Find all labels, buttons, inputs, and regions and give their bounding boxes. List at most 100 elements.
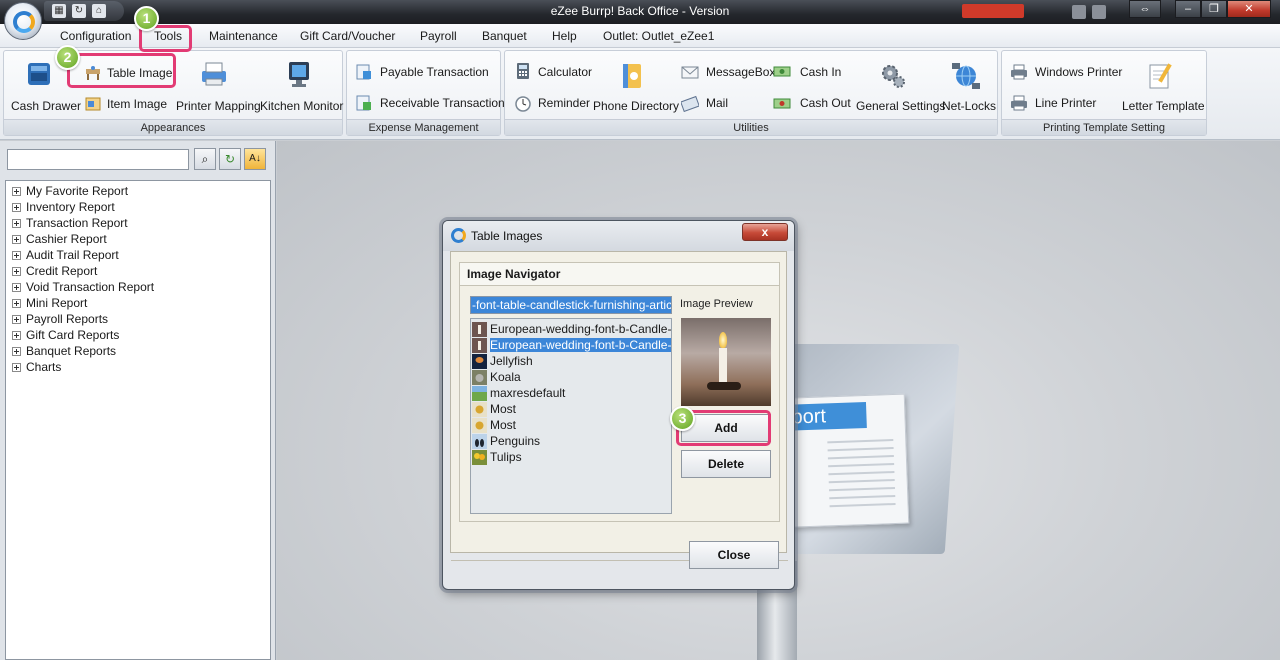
printer-mapping-button[interactable]: Printer Mapping — [176, 99, 261, 113]
tree-label: Credit Report — [26, 264, 98, 278]
cash-drawer-button[interactable]: Cash Drawer — [11, 99, 81, 113]
cash-in-button[interactable]: Cash In — [800, 65, 841, 79]
tree-item-mini[interactable]: Mini Report — [6, 295, 270, 311]
expand-icon[interactable] — [12, 282, 21, 292]
report-tree: My Favorite Report Inventory Report Tran… — [5, 180, 271, 660]
tree-label: Mini Report — [26, 296, 88, 310]
calculator-icon — [517, 63, 529, 79]
title-icon-2 — [1092, 5, 1106, 19]
tree-item-payroll[interactable]: Payroll Reports — [6, 311, 270, 327]
expand-icon[interactable] — [12, 202, 21, 212]
reminder-button[interactable]: Reminder — [538, 96, 590, 110]
list-item[interactable]: maxresdefault — [471, 385, 671, 401]
list-item[interactable]: Penguins — [471, 433, 671, 449]
tree-item-banquet[interactable]: Banquet Reports — [6, 343, 270, 359]
callout-badge-3: 3 — [670, 406, 695, 431]
menu-gift-card[interactable]: Gift Card/Voucher — [300, 29, 395, 43]
tree-item-favorite[interactable]: My Favorite Report — [6, 183, 270, 199]
tree-item-charts[interactable]: Charts — [6, 359, 270, 375]
close-window-button[interactable]: ✕ — [1227, 0, 1271, 18]
expand-icon[interactable] — [12, 298, 21, 308]
line-printer-icon — [1011, 95, 1027, 111]
resize-button[interactable]: ⇔ — [1129, 0, 1161, 18]
tree-item-audit-trail[interactable]: Audit Trail Report — [6, 247, 270, 263]
candle-thumb-icon — [472, 337, 487, 353]
jellyfish-thumb-icon — [472, 353, 487, 369]
koala-thumb-icon — [472, 369, 487, 385]
group-utilities: Calculator Reminder Phone Directory Mess… — [504, 50, 998, 136]
delete-button[interactable]: Delete — [681, 450, 771, 478]
tree-item-gift-card[interactable]: Gift Card Reports — [6, 327, 270, 343]
maximize-button[interactable]: ❐ — [1201, 0, 1227, 18]
menu-maintenance[interactable]: Maintenance — [209, 29, 278, 43]
tree-item-cashier[interactable]: Cashier Report — [6, 231, 270, 247]
messagebox-button[interactable]: MessageBox — [706, 65, 775, 79]
phone-directory-button[interactable]: Phone Directory — [593, 99, 679, 113]
payable-transaction-button[interactable]: Payable Transaction — [380, 65, 489, 79]
list-item[interactable]: Jellyfish — [471, 353, 671, 369]
expand-icon[interactable] — [12, 250, 21, 260]
windows-printer-button[interactable]: Windows Printer — [1035, 65, 1122, 79]
list-item-selected[interactable]: European-wedding-font-b-Candle-b — [471, 337, 671, 353]
expand-icon[interactable] — [12, 362, 21, 372]
tree-item-void-transaction[interactable]: Void Transaction Report — [6, 279, 270, 295]
expand-icon[interactable] — [12, 234, 21, 244]
menu-help[interactable]: Help — [552, 29, 577, 43]
minimize-button[interactable]: – — [1175, 0, 1201, 18]
image-navigator-header: Image Navigator — [459, 262, 780, 286]
receivable-transaction-button[interactable]: Receivable Transaction — [380, 96, 505, 110]
sort-icon[interactable]: A↓ — [244, 148, 266, 170]
list-item[interactable]: European-wedding-font-b-Candle-b — [471, 321, 671, 337]
expand-icon[interactable] — [12, 346, 21, 356]
expand-icon[interactable] — [12, 266, 21, 276]
menu-configuration[interactable]: Configuration — [60, 29, 131, 43]
landscape-thumb-icon — [472, 385, 487, 401]
image-preview — [681, 318, 771, 406]
list-item[interactable]: Tulips — [471, 449, 671, 465]
calculator-button[interactable]: Calculator — [538, 65, 592, 79]
net-locks-button[interactable]: Net-Locks — [942, 99, 996, 113]
dialog-close-button[interactable]: x — [742, 223, 788, 241]
general-settings-icon — [882, 65, 905, 88]
expand-icon[interactable] — [12, 314, 21, 324]
menu-outlet[interactable]: Outlet: Outlet_eZee1 — [603, 29, 714, 43]
expand-icon[interactable] — [12, 330, 21, 340]
refresh-icon[interactable]: ↻ — [219, 148, 241, 170]
list-item[interactable]: Most — [471, 417, 671, 433]
dialog-title-bar[interactable]: Table Images x — [443, 221, 794, 251]
expand-icon[interactable] — [12, 218, 21, 228]
close-button[interactable]: Close — [689, 541, 779, 569]
item-image-button[interactable]: Item Image — [107, 97, 167, 111]
messagebox-icon — [681, 66, 699, 79]
table-images-dialog: Table Images x Image Navigator -font-tab… — [442, 220, 795, 590]
tree-label: Transaction Report — [26, 216, 128, 230]
menu-payroll[interactable]: Payroll — [420, 29, 457, 43]
candle-flame-graphic — [719, 332, 727, 348]
line-printer-button[interactable]: Line Printer — [1035, 96, 1096, 110]
group-label-utilities: Utilities — [505, 119, 997, 135]
tree-item-inventory[interactable]: Inventory Report — [6, 199, 270, 215]
status-indicator — [962, 4, 1024, 18]
tree-label: Payroll Reports — [26, 312, 109, 326]
expand-icon[interactable] — [12, 186, 21, 196]
tree-item-credit[interactable]: Credit Report — [6, 263, 270, 279]
callout-badge-2: 2 — [55, 45, 80, 70]
group-label-printing: Printing Template Setting — [1002, 119, 1206, 135]
app-logo-button[interactable] — [4, 2, 42, 40]
binoculars-icon[interactable]: ⌕ — [194, 148, 216, 170]
menu-banquet[interactable]: Banquet — [482, 29, 527, 43]
image-name-field[interactable]: -font-table-candlestick-furnishing-artic… — [470, 296, 672, 314]
tree-label: Void Transaction Report — [26, 280, 155, 294]
dialog-title: Table Images — [471, 229, 543, 243]
mail-button[interactable]: Mail — [706, 96, 728, 110]
list-item[interactable]: Most — [471, 401, 671, 417]
cash-out-button[interactable]: Cash Out — [800, 96, 851, 110]
image-list[interactable]: European-wedding-font-b-Candle-b Europea… — [470, 318, 672, 514]
report-search-input[interactable] — [7, 149, 189, 170]
letter-template-button[interactable]: Letter Template — [1122, 99, 1205, 113]
general-settings-button[interactable]: General Settings — [856, 99, 945, 113]
kitchen-monitor-button[interactable]: Kitchen Monitor — [260, 99, 343, 113]
list-item[interactable]: Koala — [471, 369, 671, 385]
tree-item-transaction[interactable]: Transaction Report — [6, 215, 270, 231]
mail-icon — [681, 95, 699, 112]
